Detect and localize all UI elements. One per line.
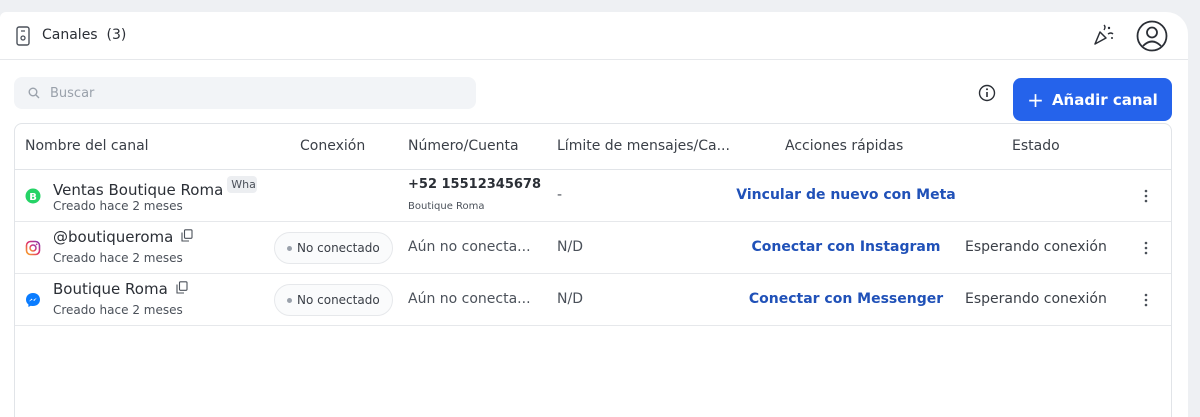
- page-header: Canales (3): [0, 12, 1188, 60]
- column-header-status[interactable]: Estado: [1012, 138, 1060, 154]
- table-row[interactable]: Boutique Roma Creado hace 2 meses No con…: [15, 274, 1171, 326]
- column-header-connection[interactable]: Conexión: [300, 138, 365, 154]
- status-dot-icon: [287, 297, 292, 303]
- copy-icon[interactable]: [181, 229, 193, 242]
- channel-icon: [16, 26, 30, 46]
- column-header-number[interactable]: Número/Cuenta: [408, 138, 519, 154]
- channels-table: Nombre del canal Conexión Número/Cuenta …: [14, 123, 1172, 417]
- info-icon[interactable]: [978, 84, 996, 102]
- column-header-quick-actions[interactable]: Acciones rápidas: [785, 138, 903, 154]
- channel-status: Esperando conexión: [965, 291, 1107, 307]
- channel-status: Esperando conexión: [965, 239, 1107, 255]
- channel-created: Creado hace 2 meses: [53, 251, 183, 265]
- channel-type-tag: Wha: [227, 176, 258, 193]
- message-limit: N/D: [557, 291, 583, 307]
- more-options-icon[interactable]: [1141, 239, 1151, 257]
- channel-account: Boutique Roma: [408, 201, 485, 212]
- connect-instagram-link[interactable]: Conectar con Instagram: [721, 239, 971, 255]
- search-icon: [28, 87, 40, 99]
- column-header-name[interactable]: Nombre del canal: [25, 138, 149, 154]
- message-limit: -: [557, 187, 563, 203]
- channel-name[interactable]: Ventas Boutique Roma Wha: [53, 176, 258, 199]
- instagram-icon: [25, 240, 41, 256]
- plus-icon: +: [1027, 87, 1044, 112]
- add-channel-label: Añadir canal: [1051, 90, 1158, 109]
- svg-text:B: B: [29, 192, 37, 203]
- channel-number: +52 15512345678: [408, 177, 542, 192]
- channel-created: Creado hace 2 meses: [53, 199, 183, 213]
- whatsapp-business-icon: B: [25, 188, 41, 204]
- search-box[interactable]: [14, 77, 476, 109]
- page-title: Canales (3): [42, 27, 127, 43]
- more-options-icon[interactable]: [1141, 291, 1151, 309]
- column-header-limit[interactable]: Límite de mensajes/Ca...: [557, 138, 730, 154]
- status-dot-icon: [287, 245, 292, 251]
- connect-messenger-link[interactable]: Conectar con Messenger: [721, 291, 971, 307]
- connection-status-badge: No conectado: [274, 232, 393, 264]
- copy-icon[interactable]: [176, 281, 188, 294]
- channel-name[interactable]: Boutique Roma: [53, 280, 188, 298]
- connection-status-badge: No conectado: [274, 284, 393, 316]
- search-input[interactable]: [50, 83, 450, 103]
- relink-meta-link[interactable]: Vincular de nuevo con Meta: [721, 187, 971, 203]
- channel-number: Aún no conecta...: [408, 291, 531, 307]
- message-limit: N/D: [557, 239, 583, 255]
- channel-created: Creado hace 2 meses: [53, 303, 183, 317]
- table-row[interactable]: @boutiqueroma Creado hace 2 meses No con…: [15, 222, 1171, 274]
- table-row[interactable]: B Ventas Boutique Roma Wha Creado hace 2 …: [15, 170, 1171, 222]
- party-popper-icon[interactable]: [1092, 24, 1114, 46]
- channel-number: Aún no conecta...: [408, 239, 531, 255]
- user-avatar-icon[interactable]: [1136, 20, 1168, 52]
- more-options-icon[interactable]: [1141, 187, 1151, 205]
- add-channel-button[interactable]: + Añadir canal: [1013, 78, 1172, 121]
- channels-panel: Canales (3) + Añadir canal: [0, 12, 1188, 417]
- channel-name[interactable]: @boutiqueroma: [53, 228, 193, 246]
- messenger-icon: [26, 293, 40, 307]
- table-header: Nombre del canal Conexión Número/Cuenta …: [15, 124, 1171, 170]
- channel-count: (3): [106, 27, 127, 43]
